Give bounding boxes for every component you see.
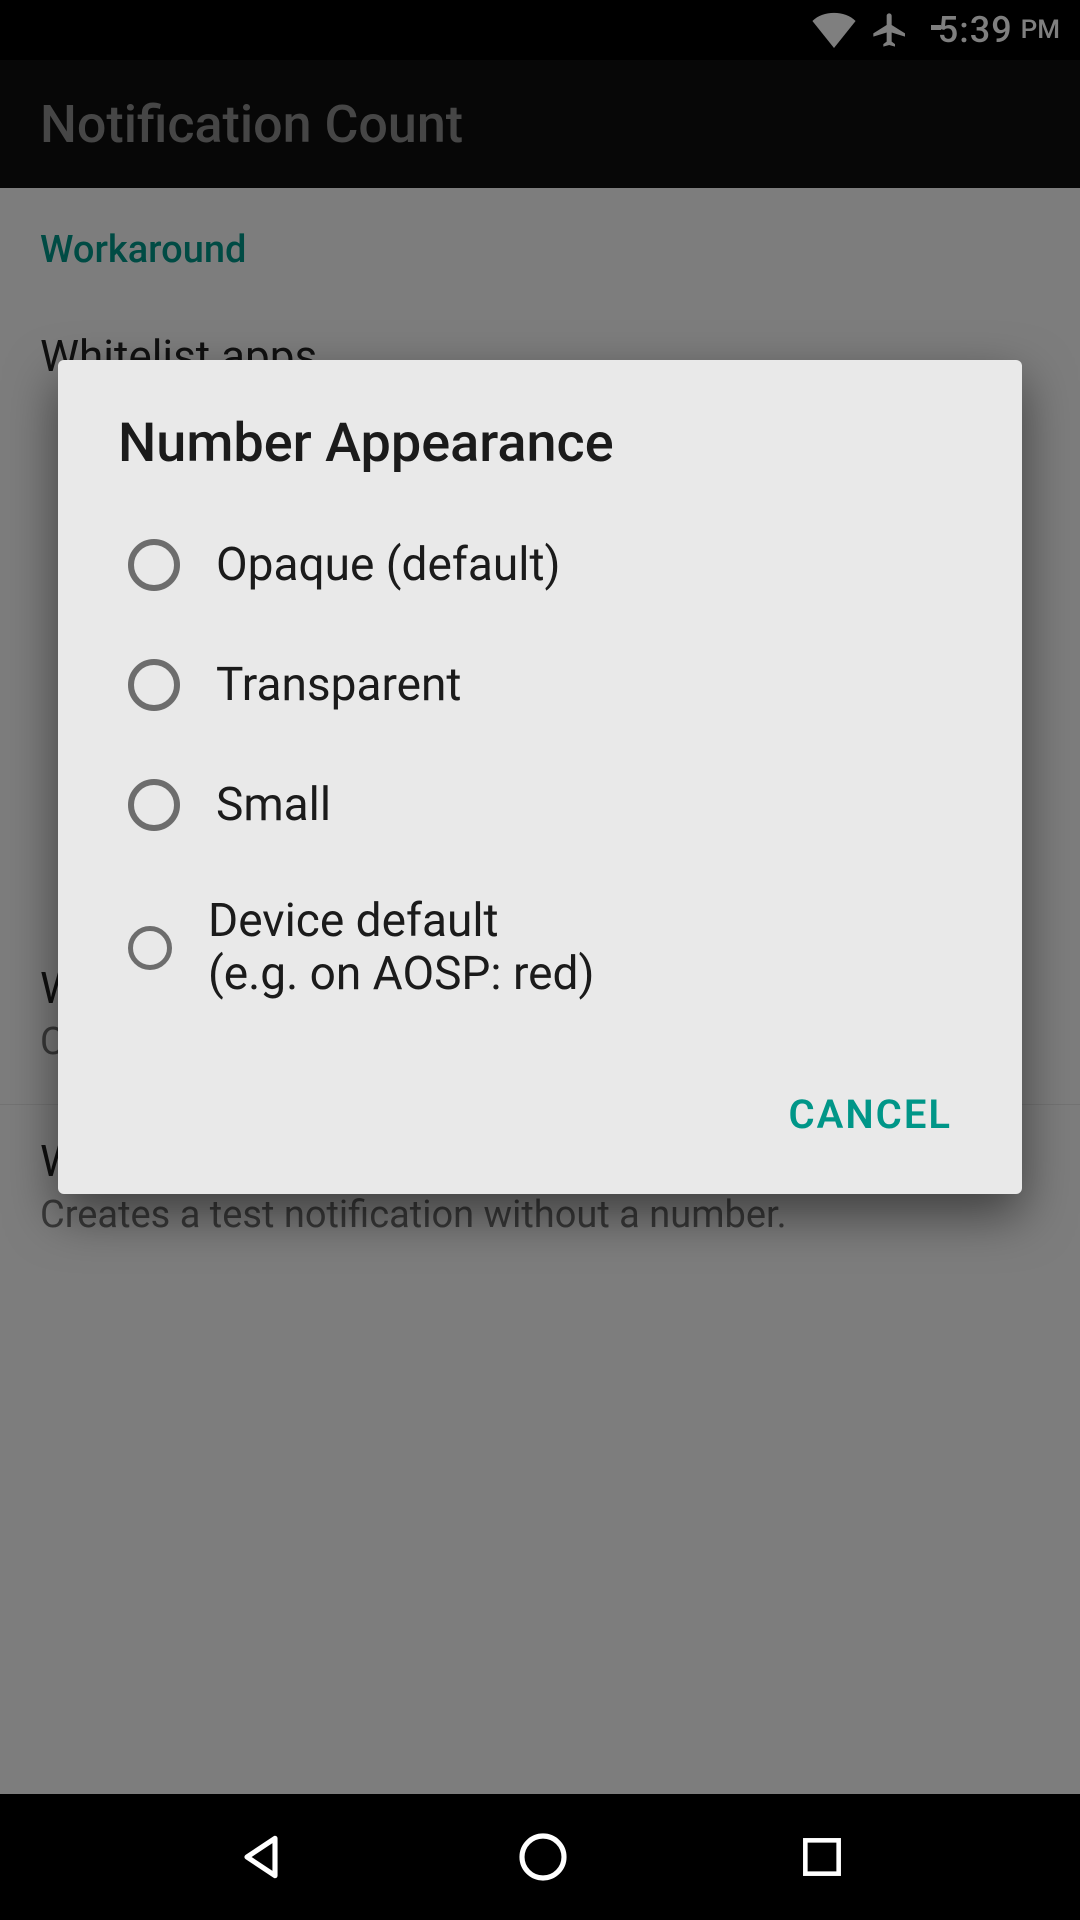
home-button[interactable]	[515, 1829, 571, 1885]
recent-apps-button[interactable]	[797, 1832, 847, 1882]
dialog-title: Number Appearance	[58, 360, 1022, 495]
radio-label: Device default (e.g. on AOSP: red)	[208, 895, 595, 1001]
radio-option-opaque[interactable]: Opaque (default)	[78, 505, 1002, 625]
number-appearance-dialog: Number Appearance Opaque (default) Trans…	[58, 360, 1022, 1194]
cancel-button[interactable]: CANCEL	[759, 1071, 982, 1158]
radio-icon	[128, 779, 180, 831]
back-button[interactable]	[233, 1829, 289, 1885]
radio-icon	[128, 926, 172, 970]
dialog-actions: CANCEL	[58, 1061, 1022, 1194]
radio-label: Opaque (default)	[216, 539, 561, 592]
dialog-options: Opaque (default) Transparent Small Devic…	[58, 495, 1022, 1061]
radio-option-small[interactable]: Small	[78, 745, 1002, 865]
radio-icon	[128, 659, 180, 711]
radio-option-transparent[interactable]: Transparent	[78, 625, 1002, 745]
navigation-bar	[0, 1794, 1080, 1920]
radio-icon	[128, 539, 180, 591]
radio-option-device-default[interactable]: Device default (e.g. on AOSP: red)	[78, 865, 1002, 1031]
radio-label: Small	[216, 779, 331, 832]
radio-label: Transparent	[216, 659, 461, 712]
